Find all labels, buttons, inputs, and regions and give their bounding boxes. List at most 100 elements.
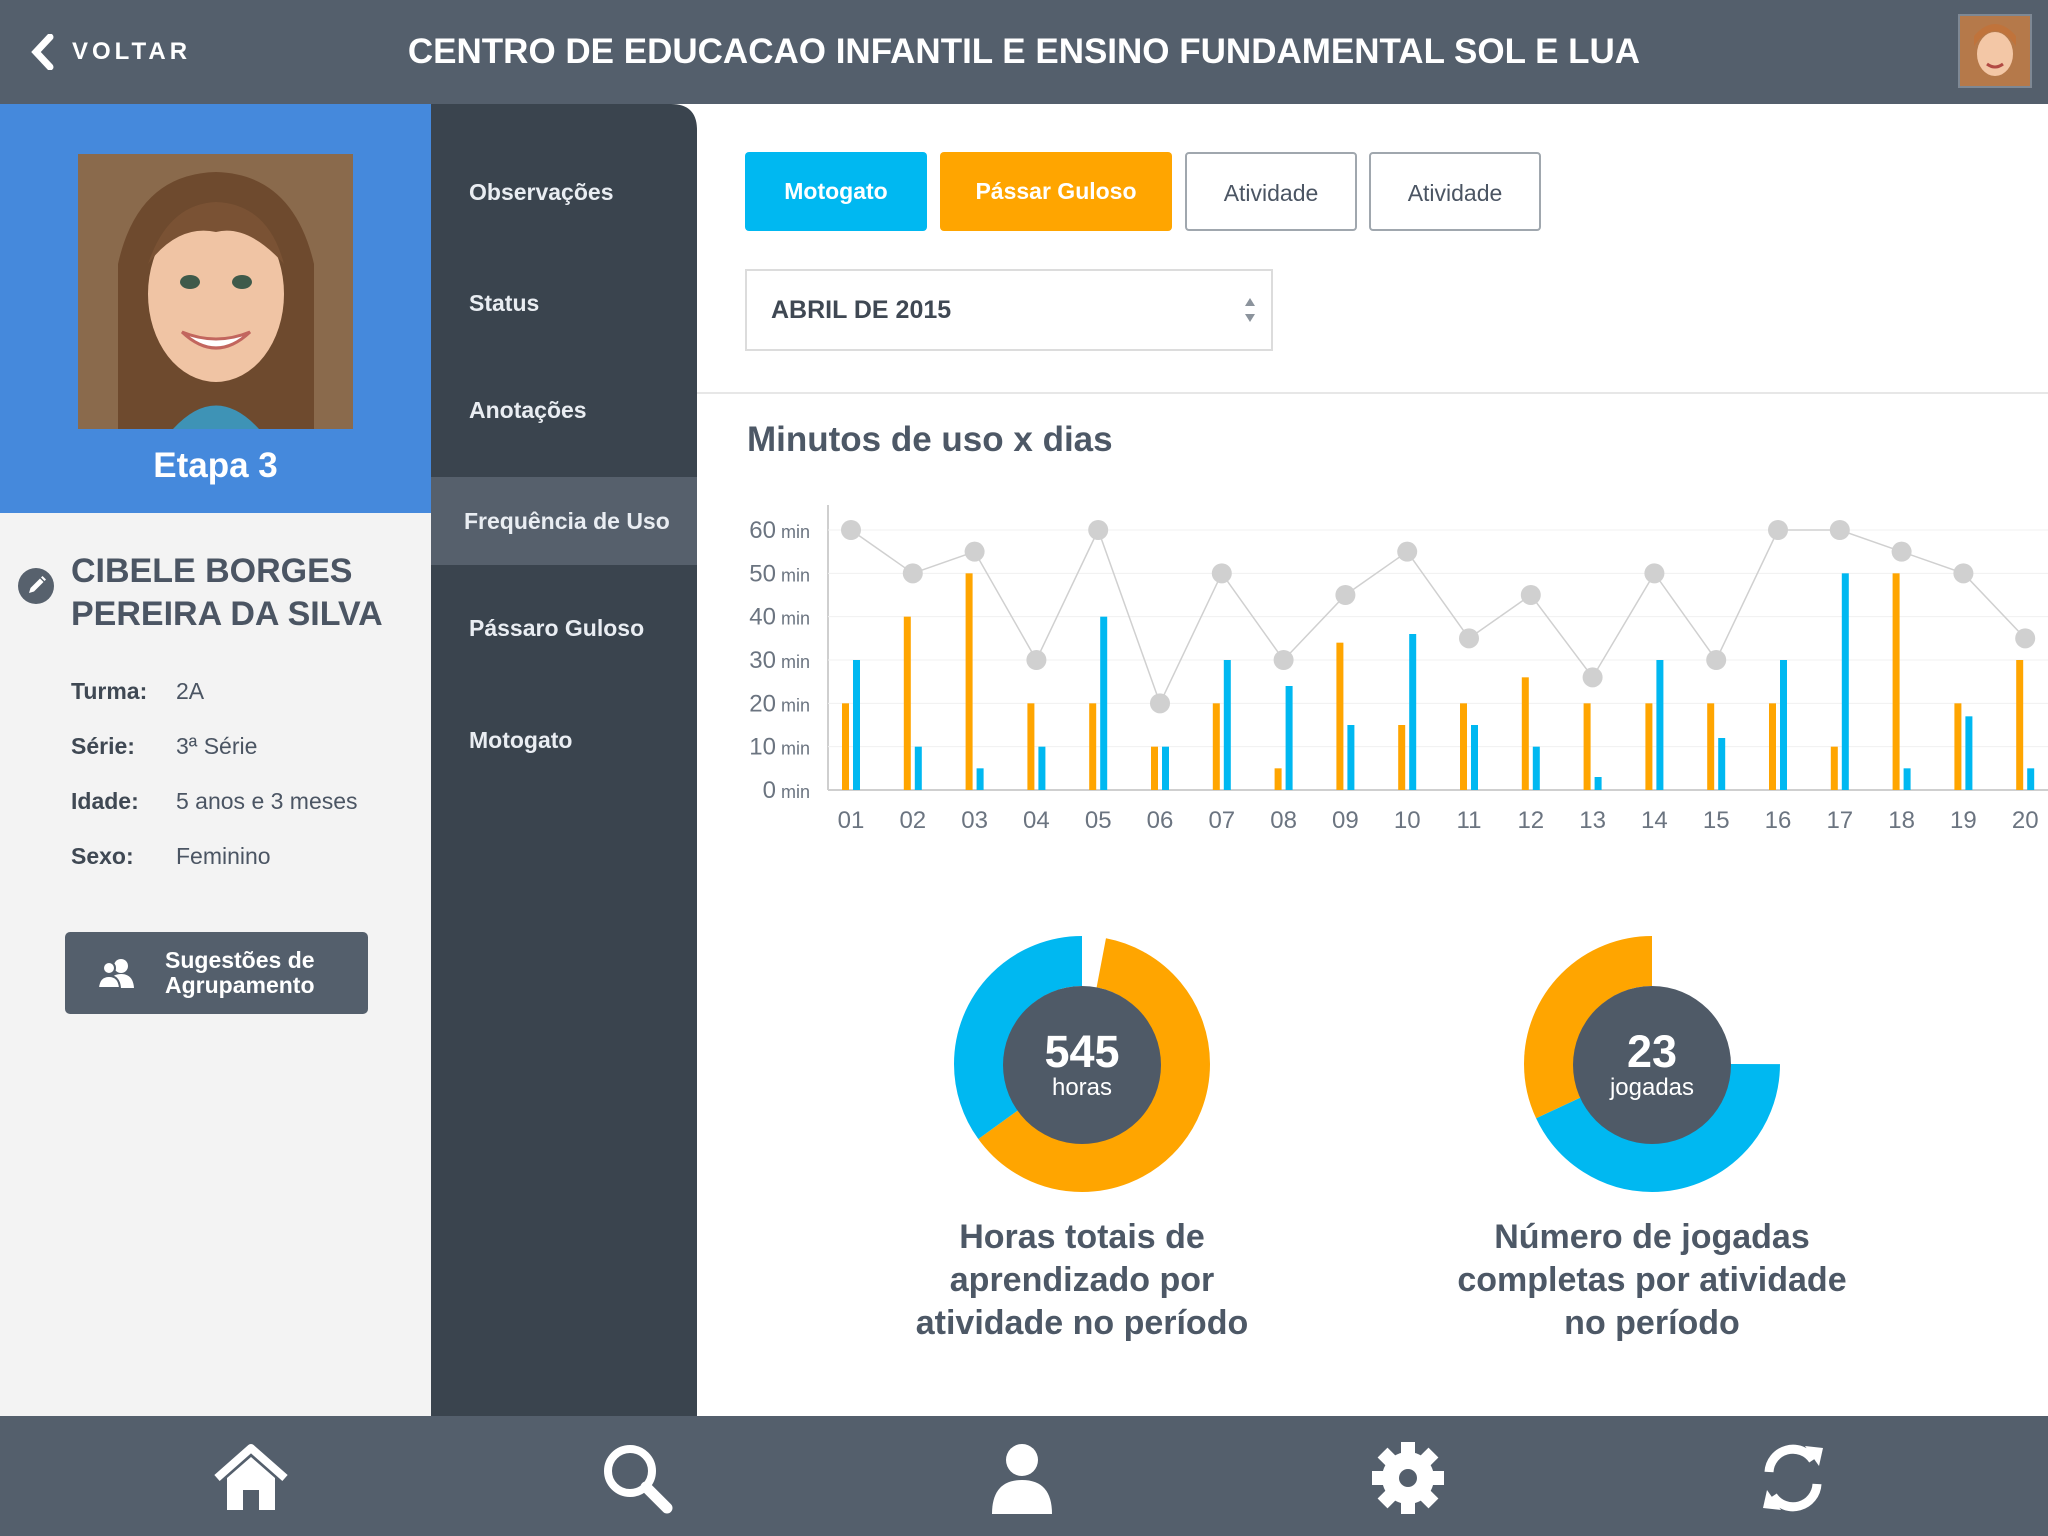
- usage-point: [964, 541, 985, 562]
- info-value: 2A: [176, 678, 205, 704]
- bar-blue: [1100, 616, 1108, 790]
- bar-orange: [1769, 703, 1776, 790]
- bar-blue: [1718, 738, 1726, 790]
- usage-point: [1953, 563, 1974, 584]
- usage-point: [1211, 563, 1232, 584]
- x-tick-label: 19: [1950, 807, 1977, 834]
- grouping-suggestions-button[interactable]: Sugestões de Agrupamento: [65, 932, 368, 1014]
- y-tick-label: 40 min: [749, 604, 810, 631]
- usage-point: [1273, 650, 1294, 670]
- bar-orange: [1336, 642, 1344, 790]
- back-button[interactable]: VOLTAR: [30, 24, 191, 80]
- bar-blue: [1656, 660, 1664, 790]
- y-tick-label: 20 min: [749, 690, 810, 717]
- nav-item-anotacoes[interactable]: Anotações: [431, 366, 697, 454]
- y-tick-label: 10 min: [749, 734, 810, 761]
- back-label: VOLTAR: [72, 38, 192, 65]
- user-icon[interactable]: [982, 1438, 1062, 1518]
- hours-total: 545: [1044, 1026, 1120, 1077]
- bar-blue: [1532, 746, 1540, 790]
- search-icon[interactable]: [597, 1438, 677, 1518]
- info-value: Feminino: [176, 843, 271, 869]
- bar-orange: [1151, 746, 1158, 790]
- tab-passar-guloso[interactable]: Pássar Guloso: [940, 152, 1172, 231]
- users-icon: [97, 959, 134, 989]
- usage-point: [2015, 628, 2036, 649]
- tab-atividade-2[interactable]: Atividade: [1369, 152, 1541, 231]
- bar-orange: [1583, 703, 1591, 790]
- info-row-sexo: Sexo: Feminino: [71, 843, 431, 870]
- bar-blue: [1841, 573, 1849, 790]
- month-select-value: ABRIL DE 2015: [771, 296, 952, 324]
- bar-blue: [1594, 777, 1602, 790]
- bar-orange: [1398, 725, 1406, 790]
- bar-orange: [1460, 703, 1467, 790]
- info-row-serie: Série: 3ª Série: [71, 733, 431, 760]
- bar-orange: [1027, 703, 1035, 790]
- bar-blue: [976, 768, 984, 790]
- x-tick-label: 20: [2012, 807, 2039, 834]
- select-arrows-icon: [1245, 298, 1255, 322]
- bar-blue: [1471, 725, 1478, 790]
- gear-icon[interactable]: [1368, 1438, 1448, 1518]
- info-label: Série:: [71, 733, 135, 759]
- bar-blue: [914, 746, 922, 790]
- bar-orange: [1892, 573, 1900, 790]
- bar-orange: [1645, 703, 1653, 790]
- hours-donut-center: 545 horas: [1003, 986, 1161, 1144]
- refresh-icon[interactable]: [1753, 1438, 1833, 1518]
- tab-motogato[interactable]: Motogato: [745, 152, 927, 231]
- nav-item-status[interactable]: Status: [431, 259, 697, 347]
- info-label: Idade:: [71, 788, 139, 814]
- chart-title: Minutos de uso x dias: [747, 420, 1113, 459]
- nav-item-observacoes[interactable]: Observações: [431, 148, 697, 236]
- bar-blue: [1965, 716, 1973, 790]
- x-tick-label: 11: [1457, 807, 1482, 834]
- hours-unit: horas: [1051, 1074, 1113, 1101]
- info-label: Turma:: [71, 678, 148, 704]
- nav-item-motogato[interactable]: Motogato: [431, 696, 697, 784]
- usage-point: [1520, 585, 1541, 605]
- bar-blue: [1285, 686, 1293, 790]
- x-tick-label: 03: [961, 807, 988, 834]
- usage-point: [1459, 628, 1479, 649]
- usage-point: [1891, 541, 1912, 562]
- bar-blue: [853, 660, 860, 790]
- info-row-idade: Idade: 5 anos e 3 meses: [71, 788, 431, 815]
- usage-point: [1335, 585, 1356, 605]
- stage-label: Etapa 3: [153, 446, 278, 485]
- pencil-icon[interactable]: [18, 568, 54, 604]
- home-icon[interactable]: [211, 1438, 291, 1518]
- grouping-suggestions-label: Sugestões de Agrupamento: [165, 947, 315, 998]
- tab-atividade-1[interactable]: Atividade: [1185, 152, 1357, 231]
- student-name: CIBELE BORGES PEREIRA DA SILVA: [71, 552, 383, 633]
- bar-blue: [1223, 660, 1231, 790]
- nav-item-frequencia-de-uso[interactable]: Frequência de Uso: [431, 477, 697, 565]
- teacher-photo: [1960, 16, 2030, 86]
- usage-point: [1706, 650, 1727, 670]
- bar-orange: [2016, 660, 2024, 790]
- bar-orange: [1707, 703, 1715, 790]
- usage-point: [902, 563, 923, 584]
- month-select[interactable]: ABRIL DE 2015: [745, 269, 1273, 351]
- bar-blue: [1162, 746, 1169, 790]
- bar-orange: [1830, 746, 1838, 790]
- x-tick-label: 05: [1085, 807, 1112, 834]
- usage-point: [1150, 693, 1170, 714]
- y-tick-label: 60 min: [749, 517, 810, 544]
- usage-point: [1582, 667, 1603, 688]
- bar-blue: [1780, 660, 1787, 790]
- nav-item-passaro-guloso[interactable]: Pássaro Guloso: [431, 584, 697, 672]
- x-tick-label: 17: [1826, 807, 1853, 834]
- x-tick-label: 01: [838, 807, 865, 834]
- bar-orange: [903, 616, 911, 790]
- bar-orange: [1274, 768, 1282, 790]
- teacher-avatar[interactable]: [1958, 14, 2032, 88]
- x-tick-label: 16: [1765, 807, 1792, 834]
- bar-orange: [1521, 677, 1529, 790]
- info-row-turma: Turma: 2A: [71, 678, 431, 705]
- usage-point: [1644, 563, 1665, 584]
- usage-point: [841, 520, 861, 540]
- bar-orange: [842, 703, 849, 790]
- usage-chart: 0 min 10 min 20 min 30 min 40 min 50 min 60 mi…: [749, 505, 2048, 834]
